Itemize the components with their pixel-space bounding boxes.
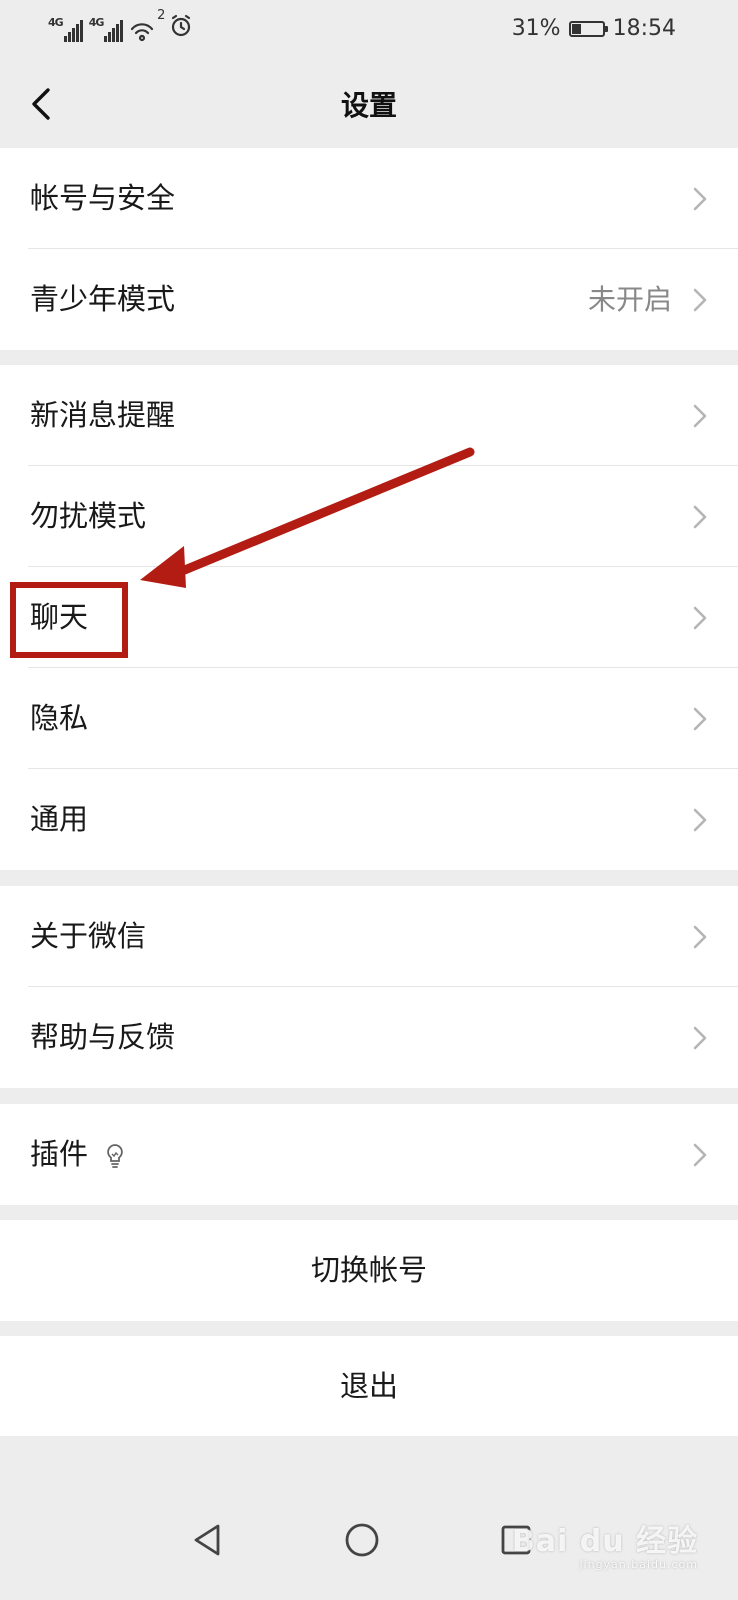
- chevron-right-icon: [693, 404, 707, 428]
- logout-group: 退出: [0, 1336, 738, 1437]
- status-left: 4G 4G 2: [48, 8, 193, 44]
- chevron-right-icon: [693, 187, 707, 211]
- settings-item-plugins[interactable]: 插件: [0, 1104, 738, 1205]
- watermark: Bai du 经验 jingyan.baidu.com: [512, 1516, 698, 1571]
- chevron-right-icon: [693, 808, 707, 832]
- settings-item-value: 未开启: [587, 283, 672, 316]
- watermark-sub: jingyan.baidu.com: [579, 1558, 698, 1571]
- page-title: 设置: [340, 89, 397, 122]
- settings-item-label: 插件: [30, 1104, 126, 1205]
- settings-item-label: 帐号与安全: [30, 181, 176, 215]
- hotspot-count: 2: [157, 8, 166, 23]
- chevron-right-icon: [693, 707, 707, 731]
- chevron-right-icon: [693, 1026, 707, 1050]
- nav-bar: 设置: [0, 60, 738, 148]
- highlight-box: [10, 582, 128, 658]
- settings-item-label: 隐私: [30, 701, 89, 735]
- clock: 18:54: [612, 16, 676, 41]
- plugins-label: 插件: [30, 1137, 89, 1171]
- settings-group-account: 帐号与安全 青少年模式 未开启: [0, 148, 738, 350]
- status-bar: 4G 4G 2 31% 18:54: [0, 0, 738, 60]
- triangle-back-icon[interactable]: [188, 1520, 228, 1560]
- settings-group-about: 关于微信 帮助与反馈: [0, 886, 738, 1088]
- settings-item-youth-mode[interactable]: 青少年模式 未开启: [0, 249, 738, 350]
- network-type-2: 4G: [88, 16, 105, 29]
- settings-item-label: 通用: [30, 802, 89, 836]
- hotspot-icon: 2: [129, 8, 165, 42]
- signal-icon-2: 4G: [89, 16, 124, 42]
- settings-item-label: 青少年模式: [30, 282, 176, 316]
- switch-account-group: 切换帐号: [0, 1220, 738, 1321]
- switch-account-button[interactable]: 切换帐号: [0, 1220, 738, 1321]
- logout-button[interactable]: 退出: [0, 1336, 738, 1437]
- chevron-right-icon: [693, 288, 707, 312]
- settings-item-label: 勿扰模式: [30, 499, 147, 533]
- settings-group-plugins: 插件: [0, 1104, 738, 1205]
- settings-item-help-feedback[interactable]: 帮助与反馈: [0, 987, 738, 1088]
- chevron-right-icon: [693, 505, 707, 529]
- watermark-brand: Bai du 经验: [511, 1524, 698, 1559]
- settings-item-label: 关于微信: [30, 919, 147, 953]
- alarm-icon: [169, 14, 193, 44]
- settings-item-do-not-disturb[interactable]: 勿扰模式: [0, 466, 738, 567]
- network-type: 4G: [48, 16, 64, 29]
- settings-item-account-security[interactable]: 帐号与安全: [0, 148, 738, 249]
- settings-item-notifications[interactable]: 新消息提醒: [0, 365, 738, 466]
- signal-icon: 4G: [48, 16, 83, 42]
- lightbulb-icon: [107, 1144, 123, 1168]
- settings-item-general[interactable]: 通用: [0, 769, 738, 870]
- status-right: 31% 18:54: [512, 16, 676, 41]
- circle-home-icon[interactable]: [342, 1520, 382, 1560]
- chevron-right-icon: [693, 606, 707, 630]
- system-nav-bar: Bai du 经验 jingyan.baidu.com: [0, 1436, 738, 1600]
- chevron-right-icon: [693, 925, 707, 949]
- settings-item-about-wechat[interactable]: 关于微信: [0, 886, 738, 987]
- battery-percent: 31%: [511, 16, 561, 41]
- battery-icon: [568, 20, 608, 37]
- settings-item-label: 新消息提醒: [30, 398, 176, 432]
- settings-item-label: 帮助与反馈: [30, 1020, 176, 1054]
- chevron-right-icon: [693, 1143, 707, 1167]
- settings-item-privacy[interactable]: 隐私: [0, 668, 738, 769]
